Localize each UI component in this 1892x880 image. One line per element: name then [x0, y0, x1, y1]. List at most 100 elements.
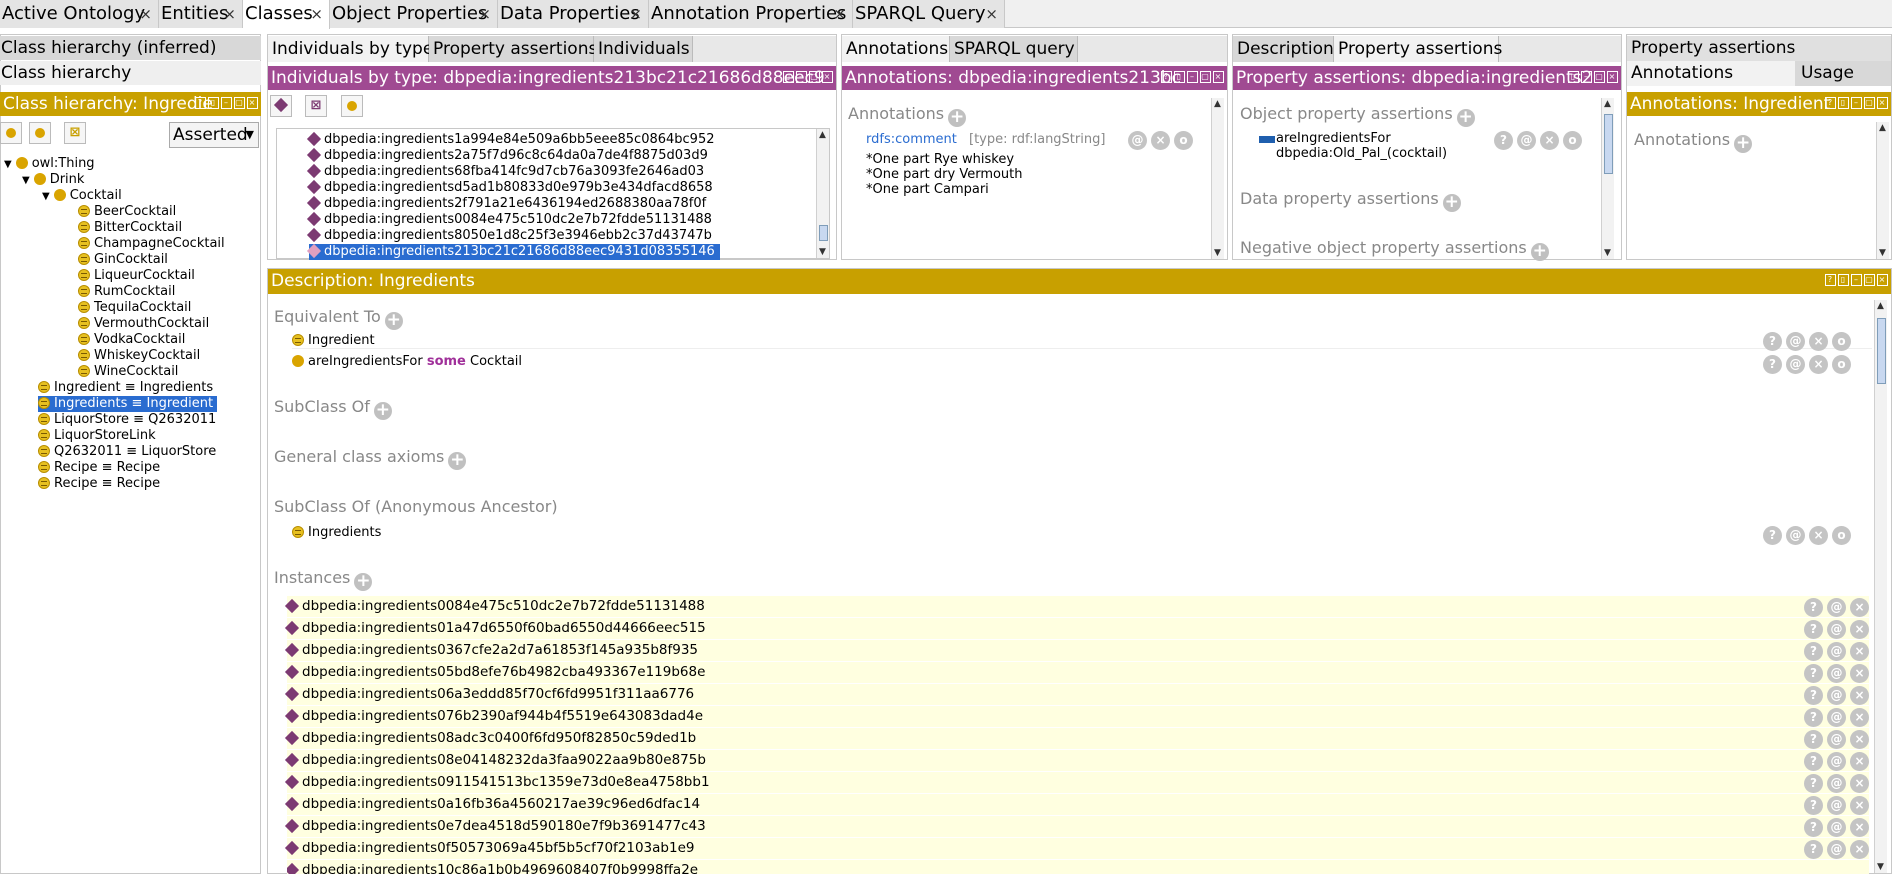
delete-icon[interactable]: ×	[1850, 796, 1869, 815]
delete-icon[interactable]: ×	[1540, 131, 1559, 150]
panel-window-controls[interactable]: ▯ – ▢ ×	[781, 71, 833, 90]
tab-class-hierarchy-inferred[interactable]: Class hierarchy (inferred)	[0, 36, 261, 60]
delete-individual-icon[interactable]: ⊠	[305, 95, 327, 117]
close-tab-icon[interactable]: ×	[223, 0, 236, 28]
tab-individuals-by-type[interactable]: Individuals by type	[268, 36, 433, 62]
instance-row[interactable]: dbpedia:ingredients08e04148232da3faa9022…	[284, 750, 1869, 771]
delete-icon[interactable]: ×	[1809, 526, 1828, 545]
delete-icon[interactable]: ×	[1850, 774, 1869, 793]
tree-node[interactable]: ChampagneCocktail	[78, 236, 225, 252]
list-item[interactable]: dbpedia:ingredients8050e1d8c25f3e3946ebb…	[306, 227, 712, 244]
help-icon[interactable]: ?	[1763, 526, 1782, 545]
tree-node[interactable]: LiquorStore ≡ Q2632011	[38, 412, 216, 428]
tree-node[interactable]: LiqueurCocktail	[78, 268, 195, 284]
edit-icon[interactable]: o	[1832, 332, 1851, 351]
tab-data-properties[interactable]: Data Properties ×	[498, 0, 649, 28]
annotate-icon[interactable]: @	[1827, 686, 1846, 705]
instance-row[interactable]: dbpedia:ingredients08adc3c0400f6fd950f82…	[284, 728, 1869, 749]
annotate-icon[interactable]: @	[1128, 131, 1147, 150]
tab-object-properties[interactable]: Object Properties ×	[330, 0, 498, 28]
equivalent-row[interactable]: areIngredientsFor some Cocktail	[292, 354, 522, 370]
tab-entities[interactable]: Entities ×	[159, 0, 243, 28]
list-item[interactable]: dbpedia:ingredients2a75f7d96c8c64da0a7de…	[306, 147, 708, 164]
edit-icon[interactable]: o	[1563, 131, 1582, 150]
add-individual-icon[interactable]	[270, 95, 292, 117]
annotate-icon[interactable]: @	[1786, 332, 1805, 351]
instance-row[interactable]: dbpedia:ingredients0f50573069a45bf5b5cf7…	[284, 838, 1869, 859]
tree-node[interactable]: Recipe ≡ Recipe	[38, 460, 160, 476]
help-icon[interactable]: ?	[1804, 730, 1823, 749]
add-annotation-icon[interactable]: +	[1734, 135, 1753, 153]
individuals-scrollbar[interactable]: ▲ ▼	[816, 129, 829, 258]
tab-property-assertions-view[interactable]: Property assertions	[1334, 36, 1502, 62]
tab-description[interactable]: Description	[1233, 36, 1334, 62]
delete-icon[interactable]: ×	[1850, 752, 1869, 771]
tree-node[interactable]: VodkaCocktail	[78, 332, 185, 348]
object-assertion[interactable]: areIngredientsFor dbpedia:Old_Pal_(cockta…	[1276, 131, 1447, 161]
help-icon[interactable]: ?	[1804, 796, 1823, 815]
anonymous-ancestor-row[interactable]: Ingredients	[292, 525, 381, 541]
delete-icon[interactable]: ×	[1809, 355, 1828, 374]
help-icon[interactable]: ?	[1804, 840, 1823, 859]
tab-annotation-properties[interactable]: Annotation Properties ×	[649, 0, 853, 28]
annotate-icon[interactable]: @	[1827, 774, 1846, 793]
annotate-icon[interactable]: @	[1827, 818, 1846, 837]
tree-node[interactable]: RumCocktail	[78, 284, 175, 300]
close-tab-icon[interactable]: ×	[833, 0, 846, 28]
panel-window-controls[interactable]: ? ▯ – ▢ ×	[1159, 71, 1224, 90]
help-icon[interactable]: ?	[1804, 752, 1823, 771]
property-assertions-scrollbar[interactable]: ▲ ▼	[1601, 98, 1614, 259]
tab-annotations-right[interactable]: Annotations	[1627, 61, 1795, 86]
tree-node-selected[interactable]: Ingredients ≡ Ingredient	[38, 396, 218, 412]
tree-node[interactable]: Ingredient ≡ Ingredients	[38, 380, 213, 396]
edit-icon[interactable]: o	[1832, 355, 1851, 374]
tree-node-owl-thing[interactable]: ▼ owl:Thing	[4, 156, 95, 172]
annotation-property[interactable]: rdfs:comment	[866, 132, 957, 147]
delete-class-icon[interactable]: ⊠	[64, 122, 86, 144]
annotate-icon[interactable]: @	[1786, 355, 1805, 374]
instance-row[interactable]: dbpedia:ingredients06a3eddd85f70cf6fd995…	[284, 684, 1869, 705]
list-item[interactable]: dbpedia:ingredientsd5ad1b80833d0e979b3e4…	[306, 179, 713, 196]
add-negative-assertion-icon[interactable]: +	[1530, 243, 1549, 261]
delete-icon[interactable]: ×	[1850, 686, 1869, 705]
tree-node[interactable]: BeerCocktail	[78, 204, 176, 220]
add-equivalent-icon[interactable]: +	[384, 312, 403, 330]
annotate-icon[interactable]: @	[1786, 526, 1805, 545]
close-tab-icon[interactable]: ×	[139, 0, 152, 28]
help-icon[interactable]: ?	[1763, 332, 1782, 351]
right-scrollbar[interactable]: ▲ ▼	[1876, 122, 1889, 259]
hierarchy-mode-select[interactable]: Asserted ▼	[169, 122, 259, 148]
help-icon[interactable]: ?	[1804, 774, 1823, 793]
instance-row[interactable]: dbpedia:ingredients0a16fb36a4560217ae39c…	[284, 794, 1869, 815]
help-icon[interactable]: ?	[1494, 131, 1513, 150]
tree-node[interactable]: Recipe ≡ Recipe	[38, 476, 160, 492]
instance-row[interactable]: dbpedia:ingredients0e7dea4518d590180e7f9…	[284, 816, 1869, 837]
tab-class-hierarchy[interactable]: Class hierarchy	[0, 61, 261, 85]
help-icon[interactable]: ?	[1804, 818, 1823, 837]
delete-icon[interactable]: ×	[1151, 131, 1170, 150]
list-item[interactable]: dbpedia:ingredients2f791a21e6436194ed268…	[306, 195, 706, 212]
add-annotation-icon[interactable]: +	[948, 109, 967, 127]
delete-icon[interactable]: ×	[1850, 730, 1869, 749]
panel-window-controls[interactable]: ? ▯ – ▢ ×	[193, 97, 258, 116]
tree-node[interactable]: TequilaCocktail	[78, 300, 191, 316]
delete-icon[interactable]: ×	[1850, 620, 1869, 639]
tab-property-assertions[interactable]: Property assertions	[429, 36, 597, 62]
instance-row[interactable]: dbpedia:ingredients0911541513bc1359e73d0…	[284, 772, 1869, 793]
instance-row[interactable]: dbpedia:ingredients076b2390af944b4f5519e…	[284, 706, 1869, 727]
annotate-icon[interactable]: @	[1827, 752, 1846, 771]
annotate-icon[interactable]: @	[1827, 598, 1846, 617]
delete-icon[interactable]: ×	[1850, 708, 1869, 727]
tab-individuals[interactable]: Individuals	[594, 36, 693, 62]
tree-node[interactable]: WhiskeyCocktail	[78, 348, 200, 364]
delete-icon[interactable]: ×	[1850, 818, 1869, 837]
delete-icon[interactable]: ×	[1850, 642, 1869, 661]
tree-node[interactable]: BitterCocktail	[78, 220, 182, 236]
tab-annotations[interactable]: Annotations	[842, 36, 950, 62]
list-item-selected[interactable]: dbpedia:ingredients213bc21c21686d88eec94…	[306, 243, 720, 260]
add-data-assertion-icon[interactable]: +	[1442, 194, 1461, 212]
tree-node-drink[interactable]: ▼ Drink	[22, 172, 84, 188]
instance-row[interactable]: dbpedia:ingredients05bd8efe76b4982cba493…	[284, 662, 1869, 683]
delete-icon[interactable]: ×	[1850, 664, 1869, 683]
tab-classes[interactable]: Classes ×	[243, 0, 330, 29]
